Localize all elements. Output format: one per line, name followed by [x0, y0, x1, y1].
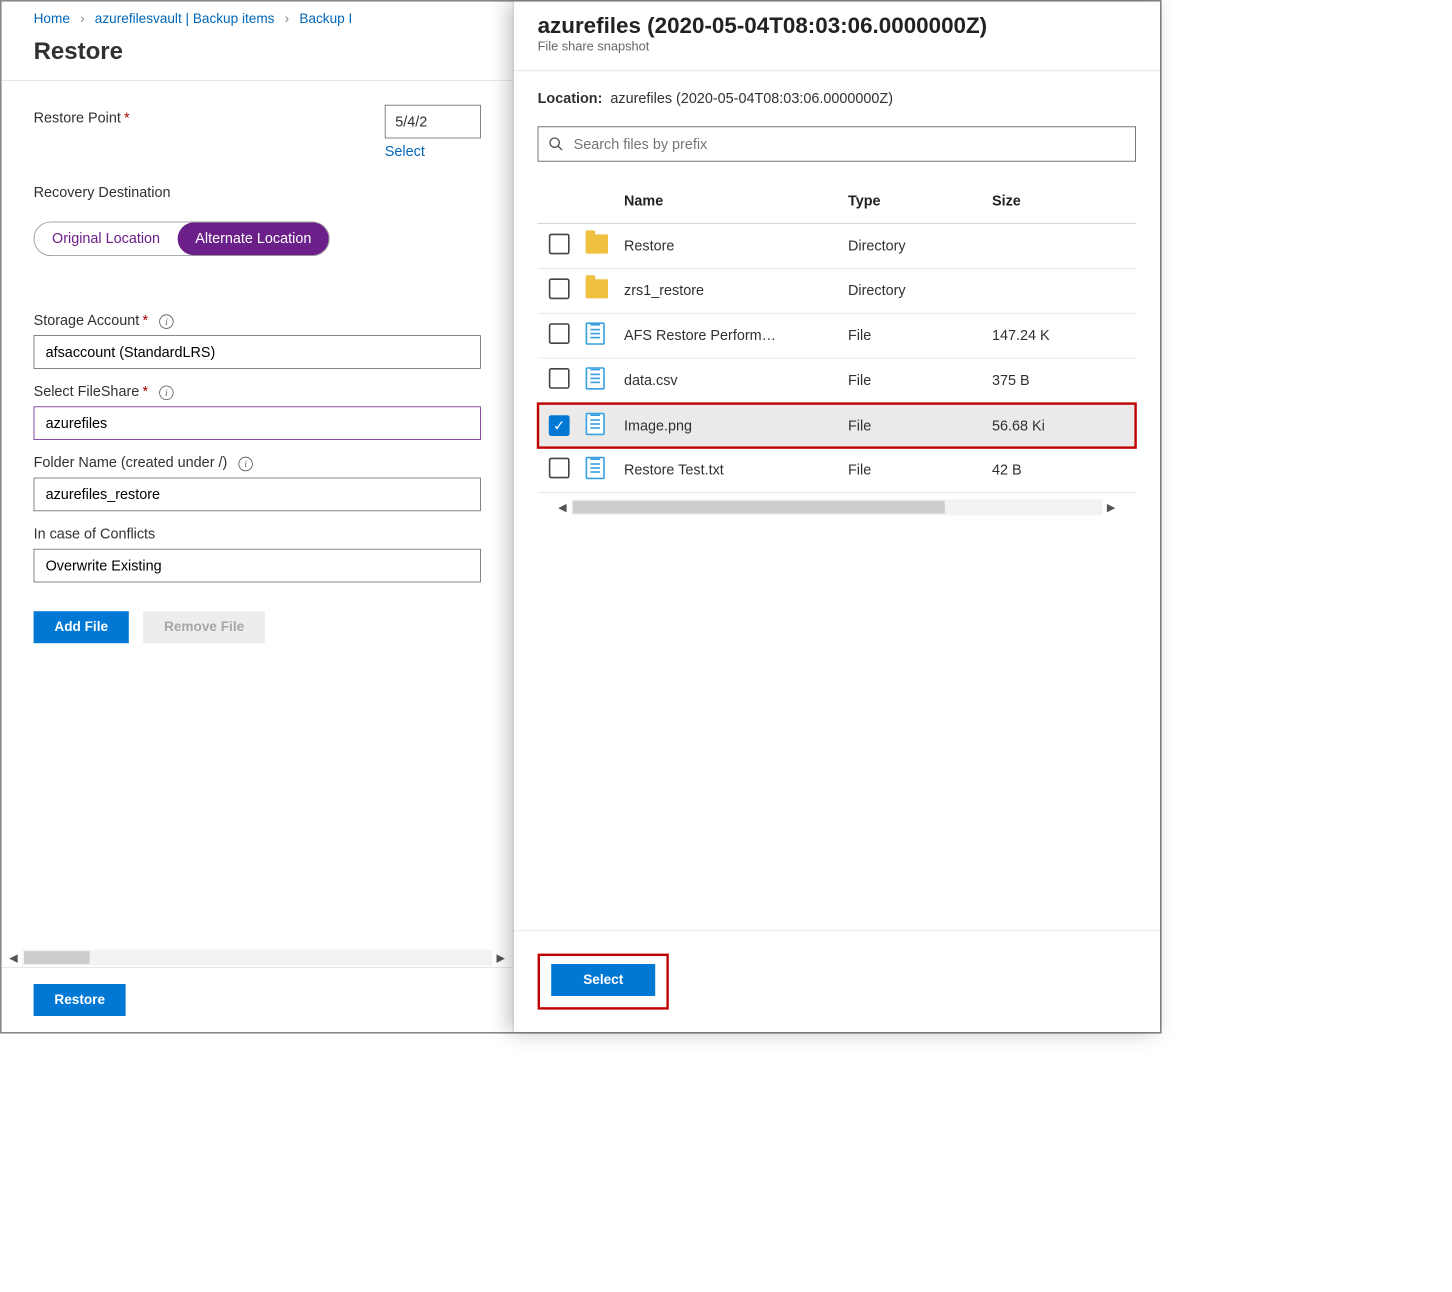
- row-size: 42 B: [992, 462, 1136, 479]
- table-row[interactable]: zrs1_restoreDirectory: [538, 269, 1136, 314]
- row-name[interactable]: data.csv: [624, 372, 848, 389]
- table-row[interactable]: data.csvFile375 B: [538, 358, 1136, 403]
- pill-alternate-location[interactable]: Alternate Location: [178, 222, 329, 255]
- table-row[interactable]: RestoreDirectory: [538, 224, 1136, 269]
- breadcrumb-home[interactable]: Home: [34, 11, 70, 26]
- row-checkbox[interactable]: [549, 323, 570, 344]
- info-icon[interactable]: i: [159, 315, 173, 329]
- conflicts-input[interactable]: [34, 549, 481, 583]
- col-name[interactable]: Name: [624, 193, 848, 210]
- conflicts-label: In case of Conflicts: [34, 526, 156, 543]
- folder-name-input[interactable]: [34, 478, 481, 512]
- scroll-right-icon[interactable]: ▶: [492, 949, 510, 967]
- horizontal-scrollbar[interactable]: ◀ ▶: [554, 498, 1120, 517]
- storage-account-input[interactable]: [34, 335, 481, 369]
- row-size: 375 B: [992, 372, 1136, 389]
- breadcrumb-backup[interactable]: Backup I: [299, 11, 352, 26]
- table-row[interactable]: AFS Restore Perform…File147.24 K: [538, 314, 1136, 359]
- row-type: File: [848, 462, 992, 479]
- panel-title: azurefiles (2020-05-04T08:03:06.0000000Z…: [538, 13, 1136, 39]
- fileshare-input[interactable]: [34, 406, 481, 440]
- folder-icon: [586, 279, 608, 298]
- row-checkbox[interactable]: ✓: [549, 415, 570, 436]
- remove-file-button: Remove File: [143, 611, 265, 643]
- horizontal-scrollbar[interactable]: ◀ ▶: [5, 948, 510, 967]
- col-size[interactable]: Size: [992, 193, 1136, 210]
- row-type: Directory: [848, 282, 992, 299]
- row-name[interactable]: zrs1_restore: [624, 282, 848, 299]
- row-type: Directory: [848, 238, 992, 255]
- recovery-destination-label: Recovery Destination: [34, 184, 171, 201]
- scroll-right-icon[interactable]: ▶: [1102, 498, 1120, 516]
- col-type[interactable]: Type: [848, 193, 992, 210]
- panel-footer: Select: [514, 930, 1160, 1032]
- search-icon: [548, 136, 564, 152]
- table-row[interactable]: Restore Test.txtFile42 B: [538, 448, 1136, 493]
- recovery-destination-toggle[interactable]: Original Location Alternate Location: [34, 222, 330, 256]
- row-type: File: [848, 372, 992, 389]
- file-icon: [586, 367, 605, 389]
- scroll-left-icon[interactable]: ◀: [554, 498, 572, 516]
- table-row[interactable]: ✓ Image.pngFile56.68 Ki: [538, 403, 1136, 448]
- search-input[interactable]: [572, 135, 1126, 153]
- search-box[interactable]: [538, 126, 1136, 161]
- restore-point-input[interactable]: 5/4/2: [385, 105, 481, 139]
- fileshare-label: Select FileShare*: [34, 383, 148, 400]
- chevron-right-icon: ›: [80, 11, 85, 26]
- info-icon[interactable]: i: [238, 457, 252, 471]
- select-button[interactable]: Select: [551, 964, 655, 996]
- breadcrumb-vault[interactable]: azurefilesvault | Backup items: [95, 11, 275, 26]
- row-name[interactable]: Restore: [624, 238, 848, 255]
- row-size: 56.68 Ki: [992, 417, 1136, 434]
- folder-name-label: Folder Name (created under /): [34, 454, 228, 471]
- location-row: Location: azurefiles (2020-05-04T08:03:0…: [538, 90, 1136, 107]
- breadcrumb: Home › azurefilesvault | Backup items › …: [2, 2, 513, 31]
- location-value: azurefiles (2020-05-04T08:03:06.0000000Z…: [610, 90, 893, 106]
- row-checkbox[interactable]: [549, 234, 570, 255]
- row-type: File: [848, 417, 992, 434]
- info-icon[interactable]: i: [159, 386, 173, 400]
- folder-icon: [586, 234, 608, 253]
- file-icon: [586, 412, 605, 434]
- file-table: Name Type Size RestoreDirectoryzrs1_rest…: [538, 179, 1136, 493]
- scroll-left-icon[interactable]: ◀: [5, 949, 23, 967]
- restore-blade: Home › azurefilesvault | Backup items › …: [2, 2, 514, 1032]
- table-header: Name Type Size: [538, 179, 1136, 224]
- chevron-right-icon: ›: [285, 11, 290, 26]
- pill-original-location[interactable]: Original Location: [34, 222, 177, 255]
- row-name[interactable]: AFS Restore Perform…: [624, 327, 848, 344]
- row-checkbox[interactable]: [549, 458, 570, 479]
- restore-point-label: Restore Point*: [34, 110, 130, 127]
- file-icon: [586, 457, 605, 479]
- file-picker-blade: azurefiles (2020-05-04T08:03:06.0000000Z…: [514, 2, 1160, 1032]
- row-checkbox[interactable]: [549, 368, 570, 389]
- row-name[interactable]: Image.png: [624, 417, 848, 434]
- storage-account-label: Storage Account*: [34, 312, 148, 329]
- file-icon: [586, 322, 605, 344]
- row-checkbox[interactable]: [549, 278, 570, 299]
- restore-footer: Restore: [2, 967, 513, 1032]
- page-title: Restore: [2, 30, 513, 80]
- restore-form: Restore Point* 5/4/2 Select Recovery Des…: [2, 81, 513, 942]
- select-highlight: Select: [538, 954, 669, 1010]
- row-name[interactable]: Restore Test.txt: [624, 462, 848, 479]
- panel-subtitle: File share snapshot: [538, 40, 1136, 54]
- add-file-button[interactable]: Add File: [34, 611, 129, 643]
- select-restore-point-link[interactable]: Select: [385, 143, 425, 160]
- restore-button[interactable]: Restore: [34, 984, 126, 1016]
- row-type: File: [848, 327, 992, 344]
- row-size: 147.24 K: [992, 327, 1136, 344]
